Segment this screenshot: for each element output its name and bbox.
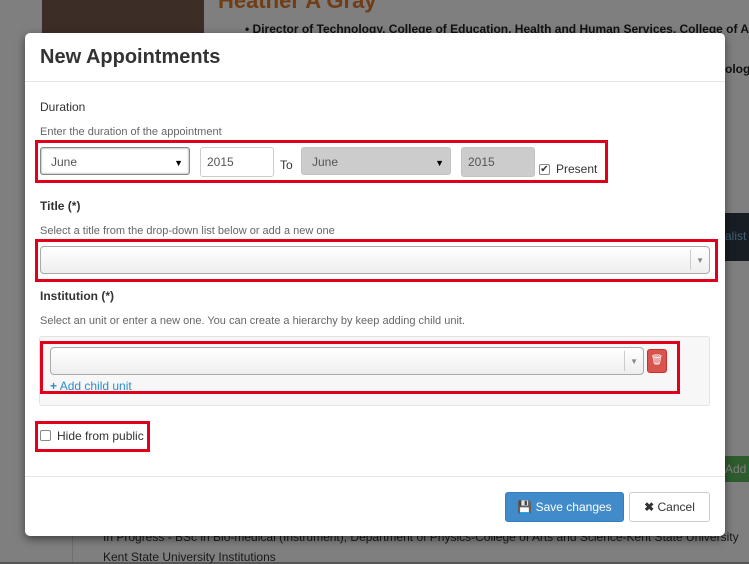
chevron-down-icon: ▼ <box>174 158 183 168</box>
to-month-select[interactable]: June ▼ <box>301 147 451 175</box>
cancel-label: Cancel <box>657 500 695 514</box>
duration-label: Duration <box>40 100 86 114</box>
title-help: Select a title from the drop-down list b… <box>40 225 335 237</box>
checkmark-icon: ✔ <box>540 164 549 175</box>
institution-select[interactable]: ▼ <box>50 347 644 375</box>
from-month-select[interactable]: June ▼ <box>40 147 190 175</box>
from-year-value: 2015 <box>207 155 234 169</box>
select-divider <box>690 250 691 270</box>
save-changes-button[interactable]: 💾 Save changes <box>505 492 624 522</box>
add-child-unit-link[interactable]: + Add child unit <box>50 379 132 393</box>
save-changes-label: Save changes <box>535 500 612 514</box>
cancel-button[interactable]: ✖ Cancel <box>629 492 710 522</box>
institution-help: Select an unit or enter a new one. You c… <box>40 315 466 327</box>
chevron-down-icon: ▼ <box>630 357 638 366</box>
present-label: Present <box>556 162 598 176</box>
plus-icon: + <box>50 379 58 393</box>
from-month-value: June <box>51 155 78 169</box>
duration-help: Enter the duration of the appointment <box>40 126 222 138</box>
title-select[interactable]: ▼ <box>40 246 710 274</box>
close-icon: ✖ <box>644 500 655 514</box>
select-divider <box>624 351 625 371</box>
title-label: Title (*) <box>40 199 81 213</box>
to-month-value: June <box>312 155 339 169</box>
add-child-unit-label: Add child unit <box>59 379 132 393</box>
present-checkbox[interactable]: ✔ <box>539 164 550 175</box>
modal-title: New Appointments <box>40 46 221 68</box>
modal-footer: 💾 Save changes ✖ Cancel <box>25 476 725 536</box>
from-year-input[interactable]: 2015 <box>200 147 274 177</box>
chevron-down-icon: ▼ <box>435 158 444 168</box>
delete-unit-button[interactable]: 🗑 <box>647 349 667 373</box>
institution-label: Institution (*) <box>40 289 114 303</box>
trash-icon: 🗑 <box>650 355 664 366</box>
to-year-input[interactable]: 2015 <box>461 147 535 177</box>
floppy-disk-icon: 💾 <box>517 500 533 514</box>
chevron-down-icon: ▼ <box>696 256 704 265</box>
hide-from-public-label: Hide from public <box>57 429 144 443</box>
to-year-value: 2015 <box>468 155 495 169</box>
modal-header: New Appointments <box>25 33 725 82</box>
hide-from-public-checkbox[interactable] <box>40 430 51 441</box>
to-label: To <box>280 158 293 172</box>
new-appointments-modal: New Appointments Duration Enter the dura… <box>25 33 725 536</box>
